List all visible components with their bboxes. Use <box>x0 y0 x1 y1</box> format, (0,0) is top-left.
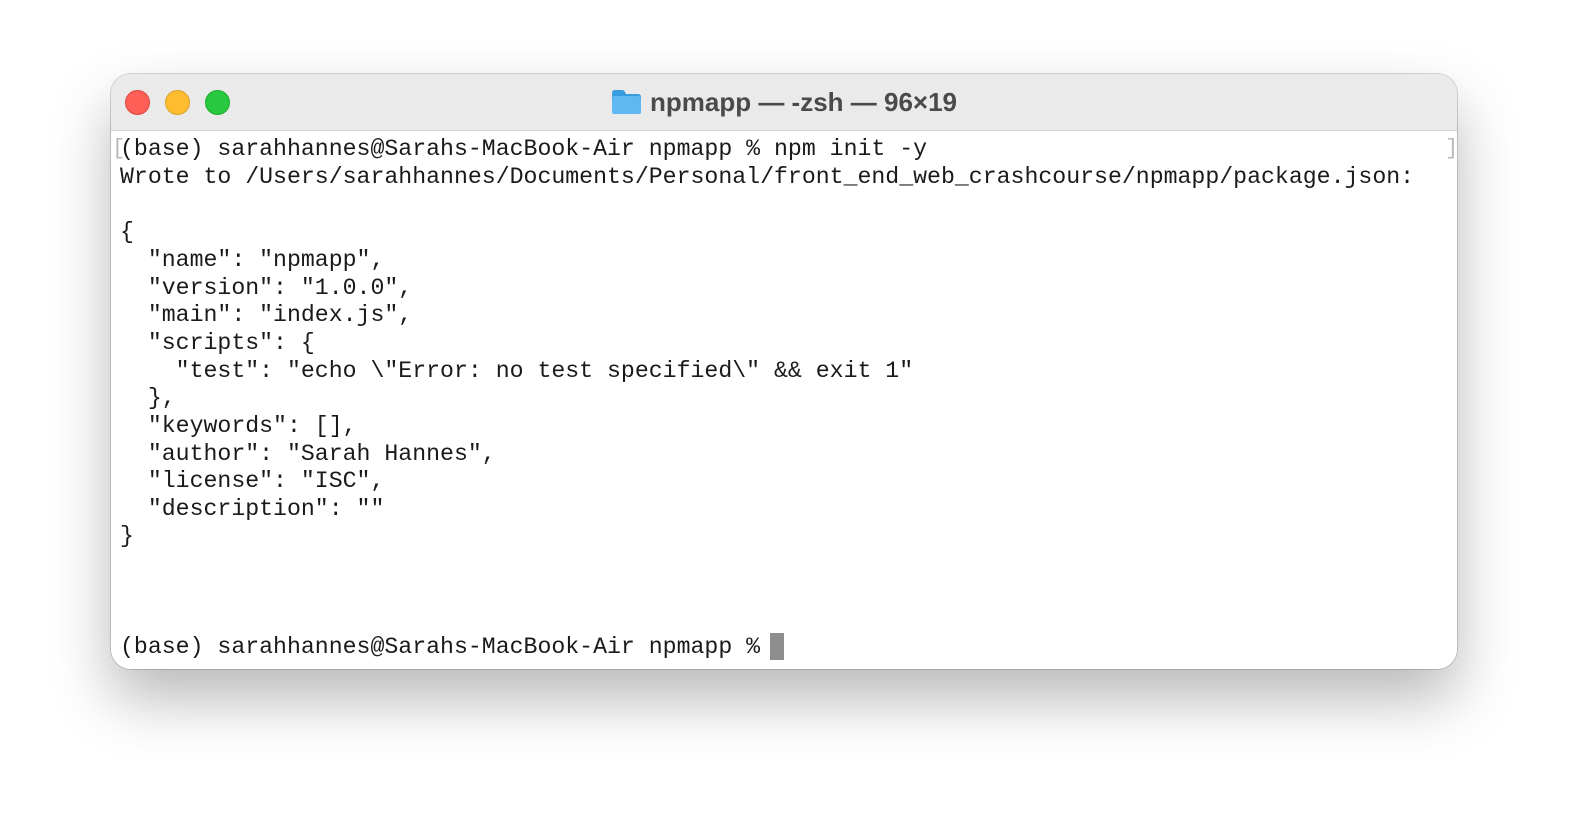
terminal-line: "author": "Sarah Hannes", <box>120 441 496 467</box>
terminal-line: "test": "echo \"Error: no test specified… <box>120 358 914 384</box>
terminal-window: npmapp — -zsh — 96×19 [ ] (base) sarahha… <box>111 74 1457 669</box>
terminal-line: "version": "1.0.0", <box>120 275 413 301</box>
terminal-line: } <box>120 523 134 549</box>
terminal-line: "name": "npmapp", <box>120 247 385 273</box>
terminal-line: "scripts": { <box>120 330 315 356</box>
terminal-line: { <box>120 219 134 245</box>
window-title: npmapp — -zsh — 96×19 <box>649 86 958 117</box>
terminal-line: "keywords": [], <box>120 413 357 439</box>
terminal-line: Wrote to /Users/sarahhannes/Documents/Pe… <box>120 164 1415 190</box>
shell-prompt: (base) sarahhannes@Sarahs-MacBook-Air np… <box>120 634 774 660</box>
mark-right-bracket: ] <box>1445 136 1457 161</box>
text-cursor <box>770 633 784 660</box>
folder-icon <box>611 89 642 115</box>
terminal-line: }, <box>120 385 176 411</box>
terminal-line: (base) sarahhannes@Sarahs-MacBook-Air np… <box>120 136 928 162</box>
title-bar[interactable]: npmapp — -zsh — 96×19 <box>111 74 1457 131</box>
terminal-line: "description": "" <box>120 496 385 522</box>
terminal-line: "main": "index.js", <box>120 302 413 328</box>
terminal-content[interactable]: [ ] (base) sarahhannes@Sarahs-MacBook-Ai… <box>111 131 1457 669</box>
window-title-container: npmapp — -zsh — 96×19 <box>111 74 1457 130</box>
terminal-line: "license": "ISC", <box>120 468 385 494</box>
